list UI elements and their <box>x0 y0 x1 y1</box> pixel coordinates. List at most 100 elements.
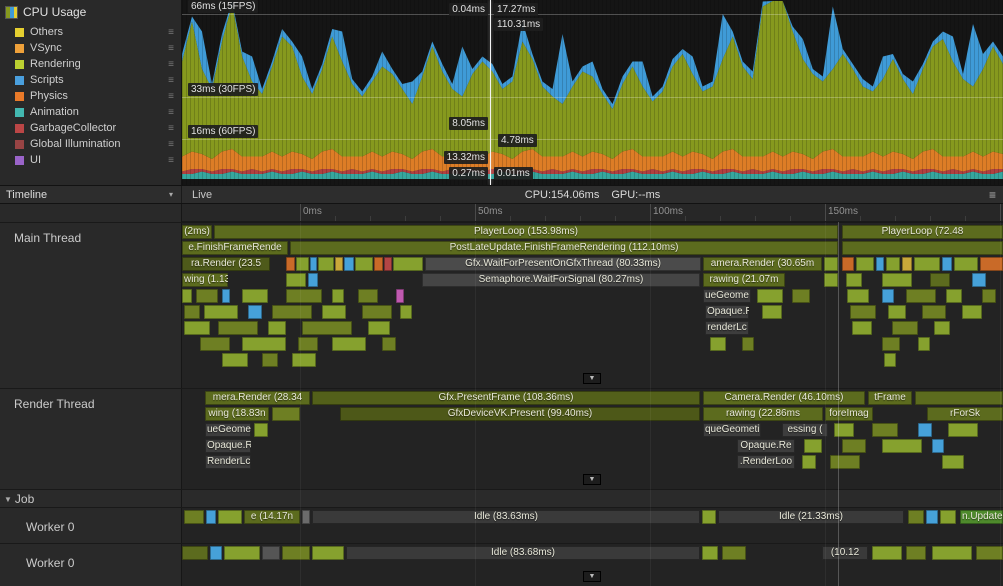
timeline-span[interactable] <box>272 305 312 319</box>
timeline-span[interactable] <box>850 305 876 319</box>
timeline-span[interactable] <box>262 353 278 367</box>
track-content-job[interactable] <box>182 490 1003 507</box>
timeline-span[interactable] <box>802 455 816 469</box>
timeline-span[interactable] <box>980 257 1003 271</box>
timeline-span[interactable] <box>322 305 346 319</box>
legend-item-vsync[interactable]: VSync≡ <box>0 40 181 56</box>
timeline-span[interactable]: GfxDeviceVK.Present (99.40ms) <box>340 407 700 421</box>
timeline-span[interactable] <box>946 289 962 303</box>
timeline-span[interactable] <box>222 289 230 303</box>
timeline-span[interactable] <box>184 305 200 319</box>
timeline-span[interactable] <box>302 321 352 335</box>
timeline-span[interactable] <box>884 353 896 367</box>
timeline-span[interactable] <box>242 337 286 351</box>
timeline-span[interactable] <box>218 510 242 524</box>
timeline-span[interactable] <box>722 546 746 560</box>
timeline-span[interactable] <box>268 321 286 335</box>
timeline-span[interactable] <box>292 353 316 367</box>
timeline-span[interactable] <box>902 257 912 271</box>
timeline-span[interactable]: .RenderLoo <box>737 455 795 469</box>
timeline-span[interactable] <box>932 546 972 560</box>
timeline-span[interactable] <box>932 439 944 453</box>
timeline-span[interactable] <box>908 510 924 524</box>
timeline-span[interactable] <box>286 257 295 271</box>
timeline-span[interactable]: Opaque.Re <box>737 439 795 453</box>
timeline-span[interactable] <box>856 257 874 271</box>
view-mode-dropdown[interactable]: Timeline ▾ <box>0 186 182 203</box>
drag-handle-icon[interactable]: ≡ <box>168 123 174 134</box>
timeline-span[interactable] <box>344 257 354 271</box>
timeline-span[interactable]: Opaque.R <box>705 305 749 319</box>
timeline-span[interactable] <box>184 510 204 524</box>
timeline-span[interactable]: Gfx.WaitForPresentOnGfxThread (80.33ms) <box>425 257 701 271</box>
timeline-span[interactable]: PlayerLoop (153.98ms) <box>214 225 838 239</box>
timeline-span[interactable] <box>852 321 872 335</box>
timeline-span[interactable] <box>792 289 810 303</box>
timeline-span[interactable]: ueGeome <box>703 289 751 303</box>
drag-handle-icon[interactable]: ≡ <box>168 91 174 102</box>
timeline-span[interactable] <box>242 289 268 303</box>
timeline-span[interactable] <box>335 257 343 271</box>
timeline-span[interactable] <box>742 337 754 351</box>
pane-menu-icon[interactable]: ≡ <box>982 188 1003 202</box>
timeline-span[interactable]: PlayerLoop (72.48 <box>842 225 1003 239</box>
timeline-span[interactable] <box>972 273 986 287</box>
track-content-render[interactable]: mera.Render (28.34Gfx.PresentFrame (108.… <box>182 389 1003 489</box>
timeline-span[interactable] <box>906 546 926 560</box>
legend-item-others[interactable]: Others≡ <box>0 24 181 40</box>
timeline-span[interactable] <box>846 273 862 287</box>
timeline-span[interactable] <box>318 257 334 271</box>
timeline-span[interactable] <box>954 257 978 271</box>
timeline-span[interactable] <box>757 289 783 303</box>
drag-handle-icon[interactable]: ≡ <box>168 59 174 70</box>
track-label-main[interactable]: Main Thread <box>0 223 182 388</box>
timeline-span[interactable]: renderLc <box>705 321 749 335</box>
drag-handle-icon[interactable]: ≡ <box>168 43 174 54</box>
timeline-span[interactable] <box>914 257 940 271</box>
timeline-span[interactable] <box>762 305 782 319</box>
timeline-span[interactable] <box>918 423 932 437</box>
timeline-span[interactable] <box>830 455 860 469</box>
legend-item-animation[interactable]: Animation≡ <box>0 104 181 120</box>
timeline-span[interactable] <box>847 289 869 303</box>
timeline-span[interactable]: amera.Render (30.65m <box>703 257 822 271</box>
timeline-span[interactable]: rForSk <box>927 407 1003 421</box>
timeline-span[interactable]: e (14.17n <box>244 510 300 524</box>
timeline-span[interactable]: (10.12 <box>822 546 868 560</box>
legend-item-rendering[interactable]: Rendering≡ <box>0 56 181 72</box>
legend-item-ui[interactable]: UI≡ <box>0 152 181 168</box>
drag-handle-icon[interactable]: ≡ <box>168 27 174 38</box>
timeline-span[interactable] <box>310 257 317 271</box>
timeline-span[interactable]: Camera.Render (46.10ms) <box>703 391 865 405</box>
timeline-span[interactable] <box>842 257 854 271</box>
timeline-span[interactable] <box>332 337 366 351</box>
legend-item-garbagecollector[interactable]: GarbageCollector≡ <box>0 120 181 136</box>
drag-handle-icon[interactable]: ≡ <box>168 75 174 86</box>
timeline-span[interactable] <box>296 257 309 271</box>
drag-handle-icon[interactable]: ≡ <box>168 155 174 166</box>
timeline-span[interactable] <box>400 305 412 319</box>
timeline-span[interactable]: rawing (21.07m <box>703 273 785 287</box>
timeline-span[interactable] <box>224 546 260 560</box>
timeline-span[interactable]: ra.Render (23.5 <box>182 257 270 271</box>
timeline-span[interactable] <box>940 510 956 524</box>
timeline-span[interactable]: n.Update <box>960 510 1003 524</box>
timeline-span[interactable]: ueGeome <box>205 423 251 437</box>
timeline-span[interactable]: essing ( <box>782 423 828 437</box>
collapse-section-button[interactable]: ▼ <box>583 373 601 384</box>
timeline-span[interactable] <box>934 321 950 335</box>
timeline-span[interactable]: tFrame <box>868 391 912 405</box>
timeline-span[interactable]: e.FinishFrameRende <box>182 241 288 255</box>
timeline-span[interactable] <box>282 546 310 560</box>
timeline-span[interactable] <box>872 546 902 560</box>
timeline-span[interactable] <box>982 289 996 303</box>
timeline-span[interactable] <box>384 257 392 271</box>
timeline-span[interactable] <box>204 305 238 319</box>
timeline-span[interactable] <box>804 439 822 453</box>
timeline-span[interactable] <box>915 391 1003 405</box>
timeline-span[interactable] <box>182 546 208 560</box>
timeline-span[interactable] <box>248 305 262 319</box>
track-content-main[interactable]: (2ms)PlayerLoop (153.98ms)PlayerLoop (72… <box>182 223 1003 388</box>
timeline-span[interactable] <box>182 289 192 303</box>
track-label-worker2[interactable]: Worker 0 <box>0 544 182 586</box>
